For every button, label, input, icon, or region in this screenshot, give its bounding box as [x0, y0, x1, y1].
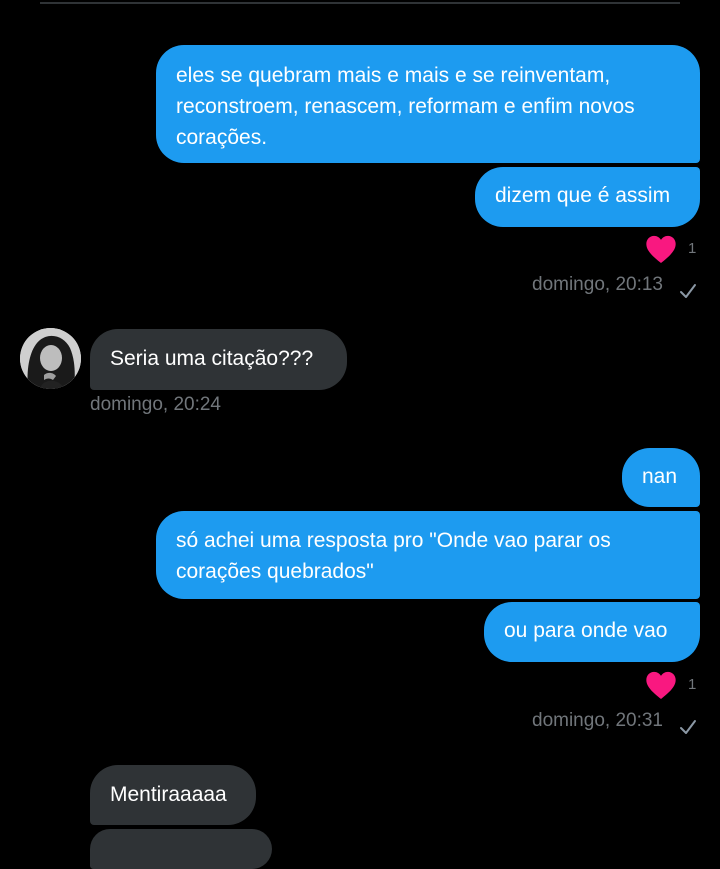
message-bubble-incoming[interactable]: Seria uma citação???	[90, 329, 347, 390]
message-bubble-incoming[interactable]: Mentiraaaaa	[90, 765, 256, 825]
message-bubble-outgoing[interactable]: ou para onde vao	[484, 602, 700, 662]
message-bubble-outgoing[interactable]: eles se quebram mais e mais e se reinven…	[156, 45, 700, 163]
timestamp: domingo, 20:24	[90, 394, 221, 415]
message-text: dizem que é assim	[495, 184, 671, 207]
heart-icon[interactable]	[645, 670, 677, 700]
avatar[interactable]	[20, 328, 81, 389]
message-text: só achei uma resposta pro "Onde vao para…	[176, 529, 611, 583]
reaction-count: 1	[688, 240, 697, 257]
top-divider	[40, 2, 680, 4]
message-text: nan	[642, 465, 678, 488]
message-bubble-outgoing[interactable]: nan	[622, 448, 700, 507]
message-bubble-incoming-partial[interactable]	[90, 829, 272, 869]
message-bubble-outgoing[interactable]: dizem que é assim	[475, 167, 700, 227]
timestamp: domingo, 20:31	[532, 710, 663, 731]
reaction-count: 1	[688, 676, 697, 693]
message-bubble-outgoing[interactable]: só achei uma resposta pro "Onde vao para…	[156, 511, 700, 599]
message-text: Mentiraaaaa	[110, 783, 227, 806]
avatar-portrait-icon	[20, 328, 81, 389]
message-text: ou para onde vao	[504, 619, 668, 642]
message-text: eles se quebram mais e mais e se reinven…	[176, 64, 635, 149]
checkmark-icon	[680, 284, 696, 298]
message-text: Seria uma citação???	[110, 347, 314, 370]
timestamp: domingo, 20:13	[532, 274, 663, 295]
heart-icon[interactable]	[645, 234, 677, 264]
checkmark-icon	[680, 720, 696, 734]
